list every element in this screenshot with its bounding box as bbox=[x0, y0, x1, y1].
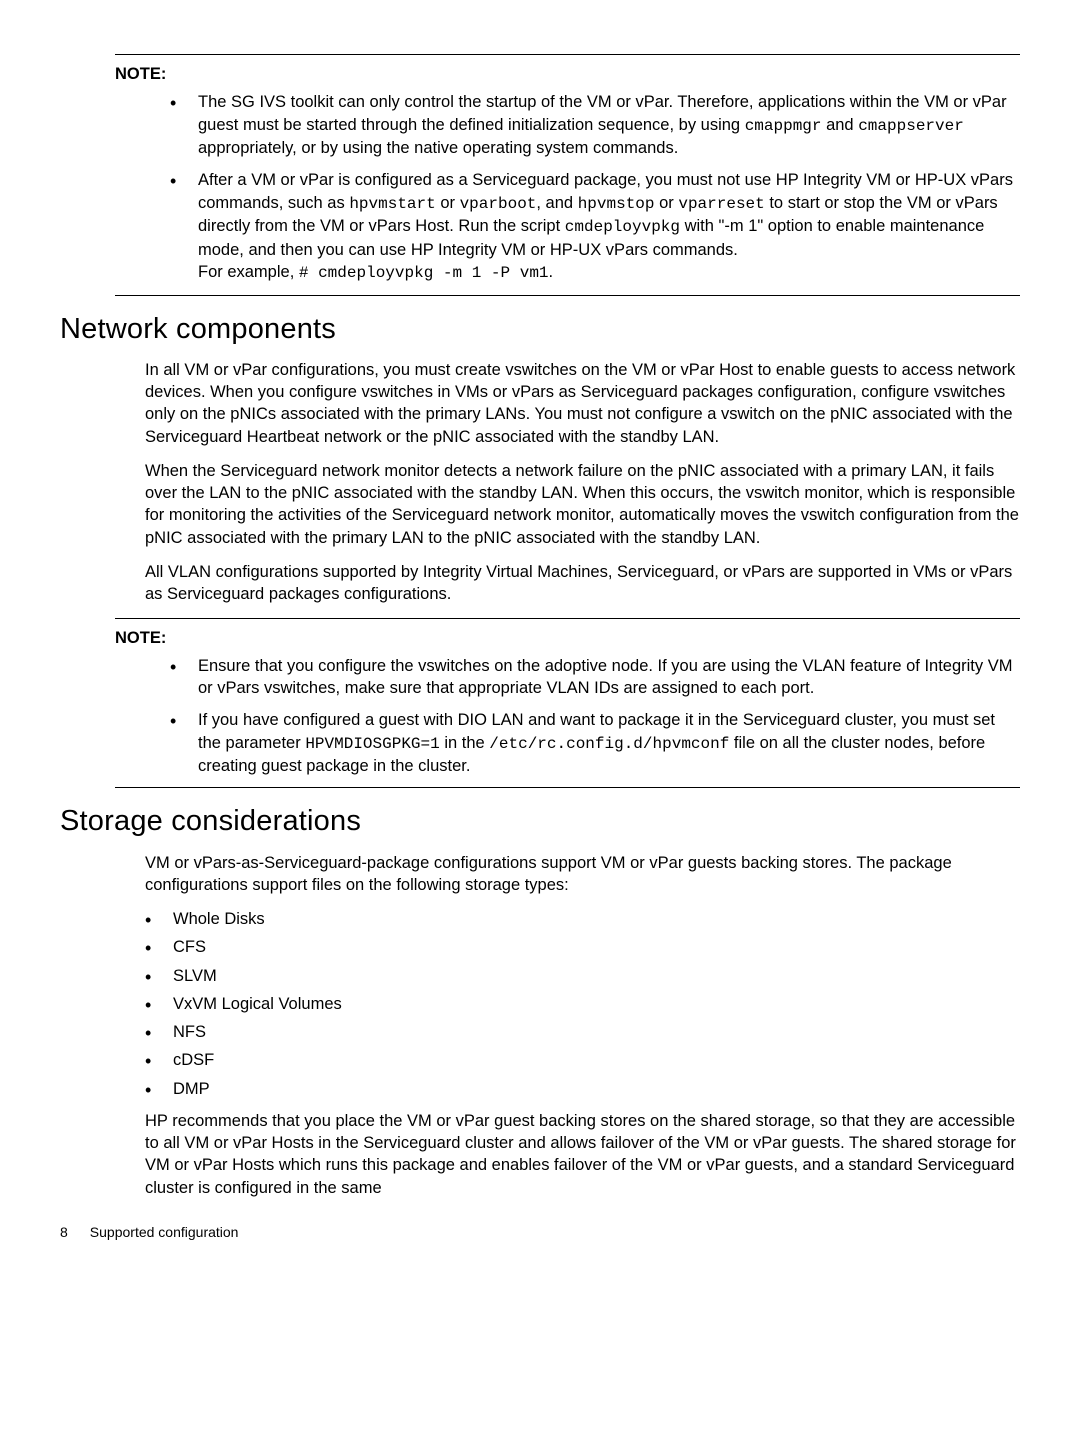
section-heading-storage: Storage considerations bbox=[60, 802, 1020, 841]
storage-type-item: NFS bbox=[145, 1021, 1020, 1043]
section2-p1: VM or vPars-as-Serviceguard-package conf… bbox=[145, 852, 1020, 897]
page-number: 8 bbox=[60, 1223, 68, 1242]
section1-p2: When the Serviceguard network monitor de… bbox=[145, 460, 1020, 549]
storage-type-item: SLVM bbox=[145, 965, 1020, 987]
page-footer: 8 Supported configuration bbox=[60, 1223, 1020, 1242]
storage-type-item: DMP bbox=[145, 1078, 1020, 1100]
note2-label: NOTE: bbox=[115, 627, 1020, 649]
storage-type-item: cDSF bbox=[145, 1049, 1020, 1071]
note2-item: If you have configured a guest with DIO … bbox=[170, 709, 1020, 777]
note2-rule-bottom bbox=[115, 787, 1020, 788]
storage-type-item: Whole Disks bbox=[145, 908, 1020, 930]
note2-rule-top bbox=[115, 618, 1020, 619]
section-heading-network: Network components bbox=[60, 310, 1020, 349]
section1-p3: All VLAN configurations supported by Int… bbox=[145, 561, 1020, 606]
storage-type-item: CFS bbox=[145, 936, 1020, 958]
note2-list: Ensure that you configure the vswitches … bbox=[170, 655, 1020, 778]
note1-rule-bottom bbox=[115, 295, 1020, 296]
storage-type-item: VxVM Logical Volumes bbox=[145, 993, 1020, 1015]
section1-p1: In all VM or vPar configurations, you mu… bbox=[145, 359, 1020, 448]
storage-type-list: Whole Disks CFS SLVM VxVM Logical Volume… bbox=[145, 908, 1020, 1100]
section2-p2: HP recommends that you place the VM or v… bbox=[145, 1110, 1020, 1199]
note2-item: Ensure that you configure the vswitches … bbox=[170, 655, 1020, 700]
note1-item: The SG IVS toolkit can only control the … bbox=[170, 91, 1020, 159]
note1-list: The SG IVS toolkit can only control the … bbox=[170, 91, 1020, 284]
footer-section-title: Supported configuration bbox=[90, 1223, 239, 1242]
note1-item: After a VM or vPar is configured as a Se… bbox=[170, 169, 1020, 284]
note1-label: NOTE: bbox=[115, 63, 1020, 85]
note1-rule-top bbox=[115, 54, 1020, 55]
